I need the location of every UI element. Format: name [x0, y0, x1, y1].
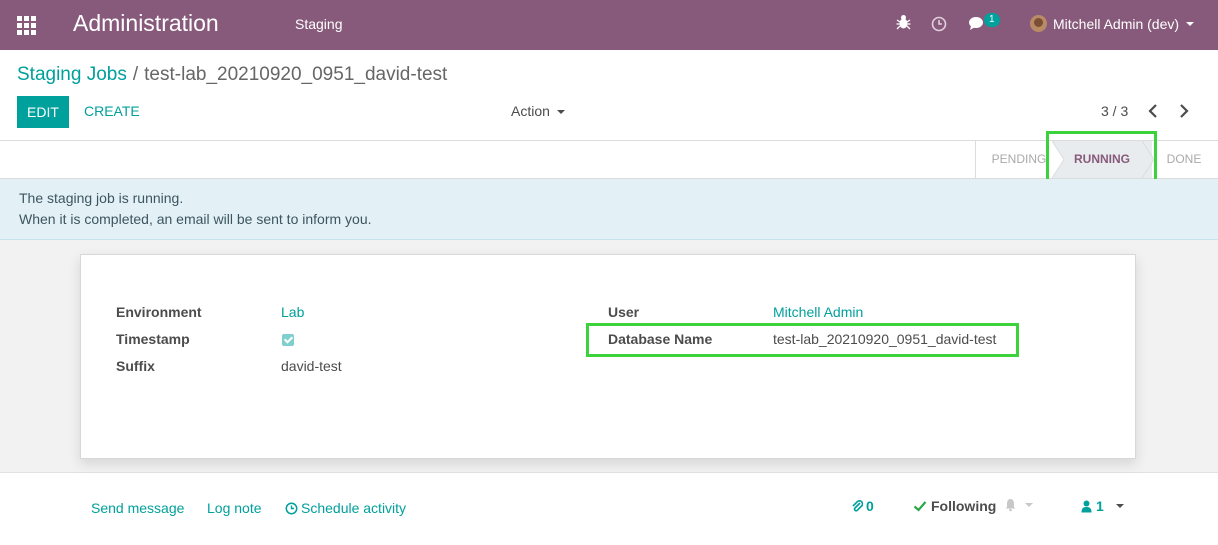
database-name-value: test-lab_20210920_0951_david-test	[773, 331, 997, 347]
form-sheet	[80, 254, 1136, 459]
breadcrumb: Staging Jobs / test-lab_20210920_0951_davi…	[17, 64, 447, 86]
bug-icon[interactable]	[896, 14, 911, 34]
schedule-activity-button[interactable]: Schedule activity	[285, 500, 406, 516]
user-menu[interactable]: Mitchell Admin (dev)	[1030, 15, 1195, 32]
followers-button[interactable]: 1	[1081, 498, 1124, 514]
action-label: Action	[511, 103, 550, 119]
check-icon	[913, 501, 927, 512]
apps-grid-icon[interactable]	[17, 16, 36, 35]
timestamp-label: Timestamp	[116, 331, 190, 347]
clock-icon[interactable]	[931, 16, 947, 36]
paperclip-icon	[852, 500, 863, 512]
user-icon	[1081, 500, 1092, 512]
stage-arrow-left	[1052, 141, 1065, 178]
stage-done[interactable]: DONE	[1158, 141, 1210, 178]
messages-count-badge: 1	[984, 13, 1000, 27]
schedule-activity-label: Schedule activity	[301, 500, 407, 516]
alert-line-2: When it is completed, an email will be s…	[19, 211, 372, 227]
action-dropdown[interactable]: Action	[511, 103, 565, 119]
status-bar: PENDING RUNNING DONE	[0, 140, 1218, 179]
notification-settings-button[interactable]	[1004, 498, 1033, 512]
app-title[interactable]: Administration	[73, 10, 219, 37]
user-name: Mitchell Admin (dev)	[1053, 15, 1180, 32]
bell-icon	[1005, 499, 1016, 512]
top-navbar: Administration Staging 1 Mitchell Admin …	[0, 0, 1218, 50]
breadcrumb-separator: /	[132, 64, 139, 85]
clock-icon	[285, 502, 298, 514]
chevron-left-icon[interactable]	[1146, 101, 1162, 121]
log-note-button[interactable]: Log note	[207, 500, 262, 516]
attachments-count: 0	[866, 498, 874, 514]
avatar	[1030, 15, 1047, 32]
breadcrumb-current: test-lab_20210920_0951_david-test	[144, 64, 448, 85]
suffix-label: Suffix	[116, 358, 155, 374]
user-value[interactable]: Mitchell Admin	[773, 304, 863, 320]
stage-arrow-right	[1142, 141, 1155, 178]
pager-value: 3 / 3	[1101, 103, 1129, 119]
database-name-label: Database Name	[608, 331, 713, 347]
stage-pending[interactable]: PENDING	[976, 141, 1062, 178]
create-button[interactable]: CREATE	[84, 103, 140, 119]
edit-button[interactable]: EDIT	[17, 96, 69, 128]
attachments-button[interactable]: 0	[851, 498, 874, 514]
environment-value[interactable]: Lab	[281, 304, 304, 320]
suffix-value: david-test	[281, 358, 342, 374]
send-message-button[interactable]: Send message	[91, 500, 184, 516]
chevron-right-icon[interactable]	[1176, 101, 1192, 121]
environment-label: Environment	[116, 304, 202, 320]
following-button[interactable]: Following	[913, 498, 996, 514]
menu-staging[interactable]: Staging	[295, 16, 342, 32]
alert-line-1: The staging job is running.	[19, 190, 184, 206]
chevron-down-icon	[1186, 21, 1195, 26]
chevron-down-icon	[1025, 503, 1033, 507]
chevron-down-icon	[1115, 504, 1124, 508]
stage-running[interactable]: RUNNING	[1052, 141, 1152, 178]
followers-count: 1	[1096, 498, 1104, 514]
following-label: Following	[931, 498, 997, 514]
breadcrumb-staging-jobs[interactable]: Staging Jobs	[17, 64, 127, 85]
chevron-down-icon	[556, 110, 565, 115]
user-label: User	[608, 304, 640, 320]
info-alert: The staging job is running. When it is c…	[0, 179, 1218, 240]
timestamp-checkbox[interactable]	[282, 334, 294, 346]
